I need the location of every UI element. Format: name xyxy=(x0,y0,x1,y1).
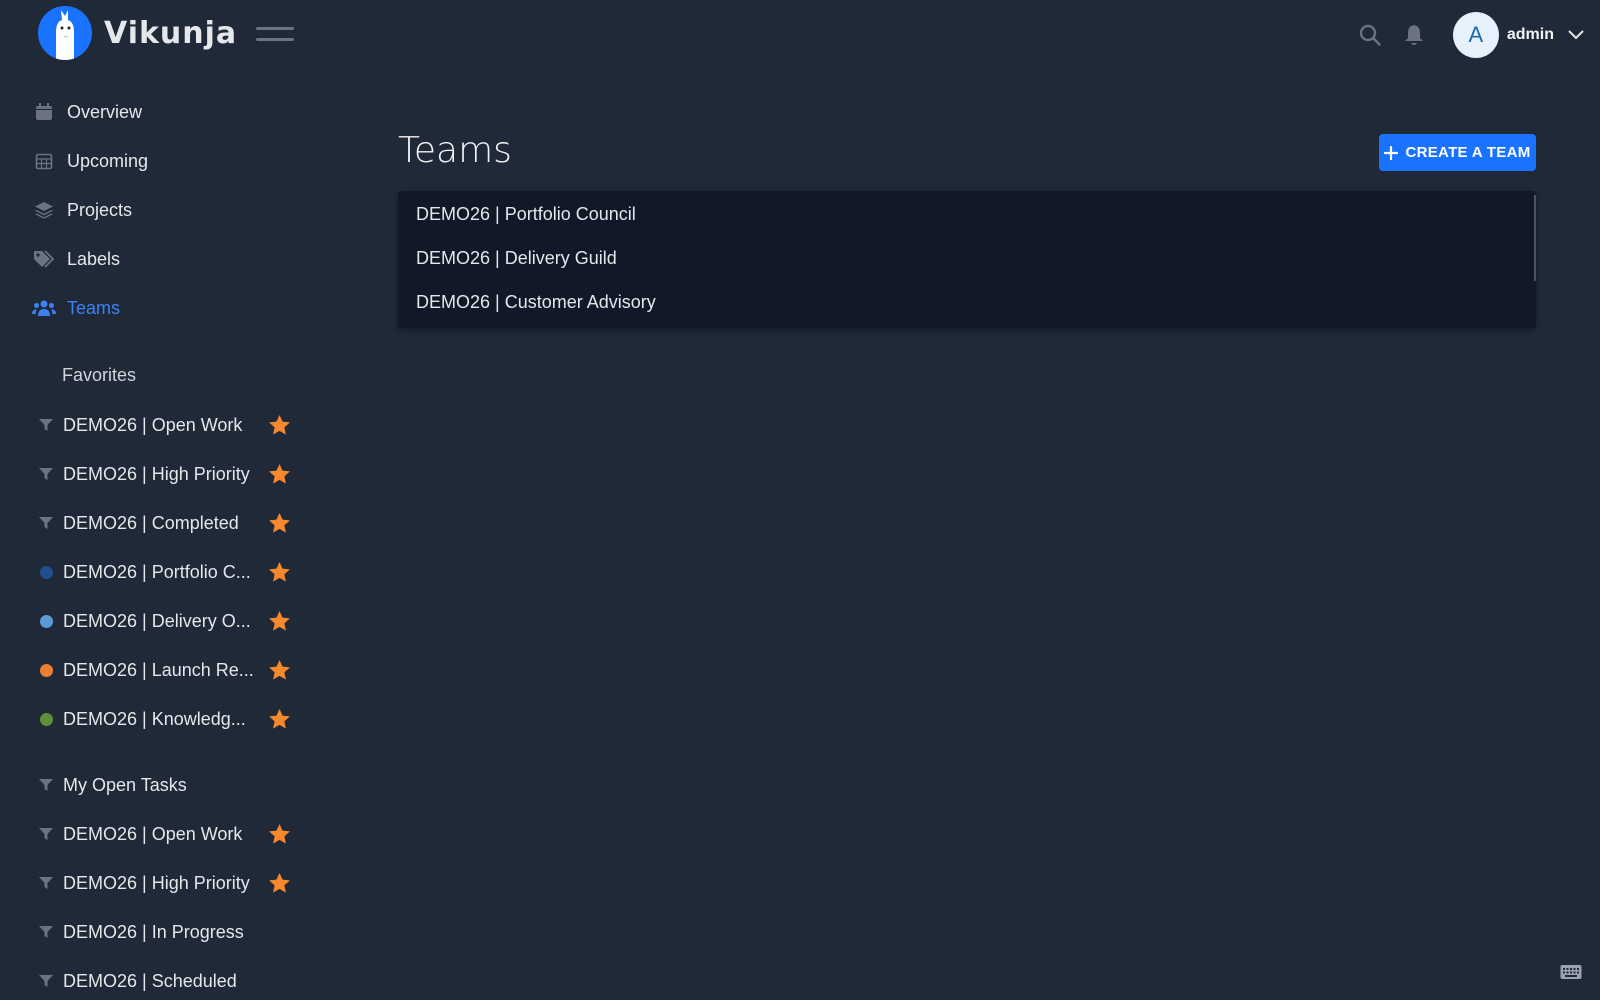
favorite-label: DEMO26 | Open Work xyxy=(63,414,243,435)
saved-filter-label: DEMO26 | High Priority xyxy=(63,872,250,893)
app-root: Vikunja A admin Overview Upcoming Projec… xyxy=(0,0,1600,1000)
star-icon[interactable] xyxy=(267,462,291,486)
favorite-label: DEMO26 | High Priority xyxy=(63,463,250,484)
filter-icon xyxy=(36,922,56,942)
calendar-icon xyxy=(32,100,56,124)
avatar[interactable]: A xyxy=(1452,12,1499,58)
favorite-label: DEMO26 | Launch Re... xyxy=(63,659,254,680)
project-color-dot xyxy=(36,562,56,582)
star-icon[interactable] xyxy=(267,511,291,535)
star-icon[interactable] xyxy=(267,560,291,584)
favorite-item[interactable]: DEMO26 | Open Work xyxy=(36,408,296,442)
sidebar-item-label: Upcoming xyxy=(67,150,149,171)
search-button[interactable] xyxy=(1355,20,1385,50)
bell-icon xyxy=(1404,25,1423,45)
navbar-right: A admin xyxy=(1355,12,1586,58)
filter-icon xyxy=(36,824,56,844)
star-icon[interactable] xyxy=(267,413,291,437)
star-icon[interactable] xyxy=(267,707,291,731)
saved-filter-item[interactable]: DEMO26 | Scheduled xyxy=(36,964,296,998)
saved-filter-item[interactable]: DEMO26 | High Priority xyxy=(36,866,296,900)
logo[interactable]: Vikunja xyxy=(38,6,237,60)
sidebar-item-label: Projects xyxy=(67,199,133,220)
favorites-heading[interactable]: Favorites xyxy=(62,365,136,386)
filter-icon xyxy=(36,775,56,795)
saved-filter-label: DEMO26 | Open Work xyxy=(63,823,243,844)
favorite-item[interactable]: DEMO26 | Completed xyxy=(36,506,296,540)
team-item[interactable]: DEMO26 | Delivery Guild xyxy=(416,243,617,273)
notifications-button[interactable] xyxy=(1399,20,1429,50)
filter-icon xyxy=(36,464,56,484)
favorite-label: DEMO26 | Completed xyxy=(63,512,239,533)
app-name: Vikunja xyxy=(104,15,238,51)
favorite-label: DEMO26 | Delivery O... xyxy=(63,610,251,631)
sidebar-item-label: Teams xyxy=(67,297,121,318)
sidebar-item-labels[interactable]: Labels xyxy=(32,241,120,277)
llama-logo-icon xyxy=(38,6,92,60)
favorite-label: DEMO26 | Knowledg... xyxy=(63,708,246,729)
plus-icon xyxy=(1384,145,1399,160)
tags-icon xyxy=(32,247,56,271)
favorite-item[interactable]: DEMO26 | Portfolio C... xyxy=(36,555,296,589)
saved-filter-label: DEMO26 | In Progress xyxy=(63,921,244,942)
favorite-item[interactable]: DEMO26 | Launch Re... xyxy=(36,653,296,687)
keyboard-shortcuts-icon[interactable] xyxy=(1560,964,1582,980)
project-color-dot xyxy=(36,611,56,631)
favorite-item[interactable]: DEMO26 | Knowledg... xyxy=(36,702,296,736)
chevron-down-icon[interactable] xyxy=(1566,25,1586,45)
star-icon[interactable] xyxy=(267,871,291,895)
search-icon xyxy=(1359,24,1381,46)
saved-filter-heading[interactable]: My Open Tasks xyxy=(36,768,296,802)
star-icon[interactable] xyxy=(267,658,291,682)
star-icon[interactable] xyxy=(267,609,291,633)
filter-icon xyxy=(36,873,56,893)
saved-filter-item[interactable]: DEMO26 | Open Work xyxy=(36,817,296,851)
sidebar-item-projects[interactable]: Projects xyxy=(32,192,132,228)
favorite-item[interactable]: DEMO26 | Delivery O... xyxy=(36,604,296,638)
sidebar-item-upcoming[interactable]: Upcoming xyxy=(32,143,148,179)
star-icon[interactable] xyxy=(267,822,291,846)
filter-icon xyxy=(36,513,56,533)
favorite-item[interactable]: DEMO26 | High Priority xyxy=(36,457,296,491)
teams-list: DEMO26 | Portfolio Council DEMO26 | Deli… xyxy=(398,191,1536,328)
saved-filter-item[interactable]: DEMO26 | In Progress xyxy=(36,915,296,949)
top-navbar: Vikunja A admin xyxy=(0,0,1600,70)
layers-icon xyxy=(32,198,56,222)
team-item[interactable]: DEMO26 | Portfolio Council xyxy=(416,199,636,229)
teams-list-scrollbar[interactable] xyxy=(1534,195,1536,281)
page-title: Teams xyxy=(398,130,512,171)
users-icon xyxy=(32,296,56,320)
filter-icon xyxy=(36,415,56,435)
create-team-button[interactable]: CREATE A TEAM xyxy=(1379,134,1536,171)
filter-icon xyxy=(36,971,56,991)
menu-toggle-button[interactable] xyxy=(256,24,294,46)
sidebar-item-label: Overview xyxy=(67,101,143,122)
sidebar-item-label: Labels xyxy=(67,248,121,269)
project-color-dot xyxy=(36,660,56,680)
sidebar-item-overview[interactable]: Overview xyxy=(32,94,142,130)
favorite-label: DEMO26 | Portfolio C... xyxy=(63,561,251,582)
username[interactable]: admin xyxy=(1507,26,1554,44)
saved-filter-label: DEMO26 | Scheduled xyxy=(63,970,237,991)
saved-filter-label: My Open Tasks xyxy=(63,774,187,795)
create-team-label: CREATE A TEAM xyxy=(1405,144,1531,161)
calendar-grid-icon xyxy=(32,149,56,173)
team-item[interactable]: DEMO26 | Customer Advisory xyxy=(416,287,656,317)
project-color-dot xyxy=(36,709,56,729)
sidebar-item-teams[interactable]: Teams xyxy=(32,290,120,326)
